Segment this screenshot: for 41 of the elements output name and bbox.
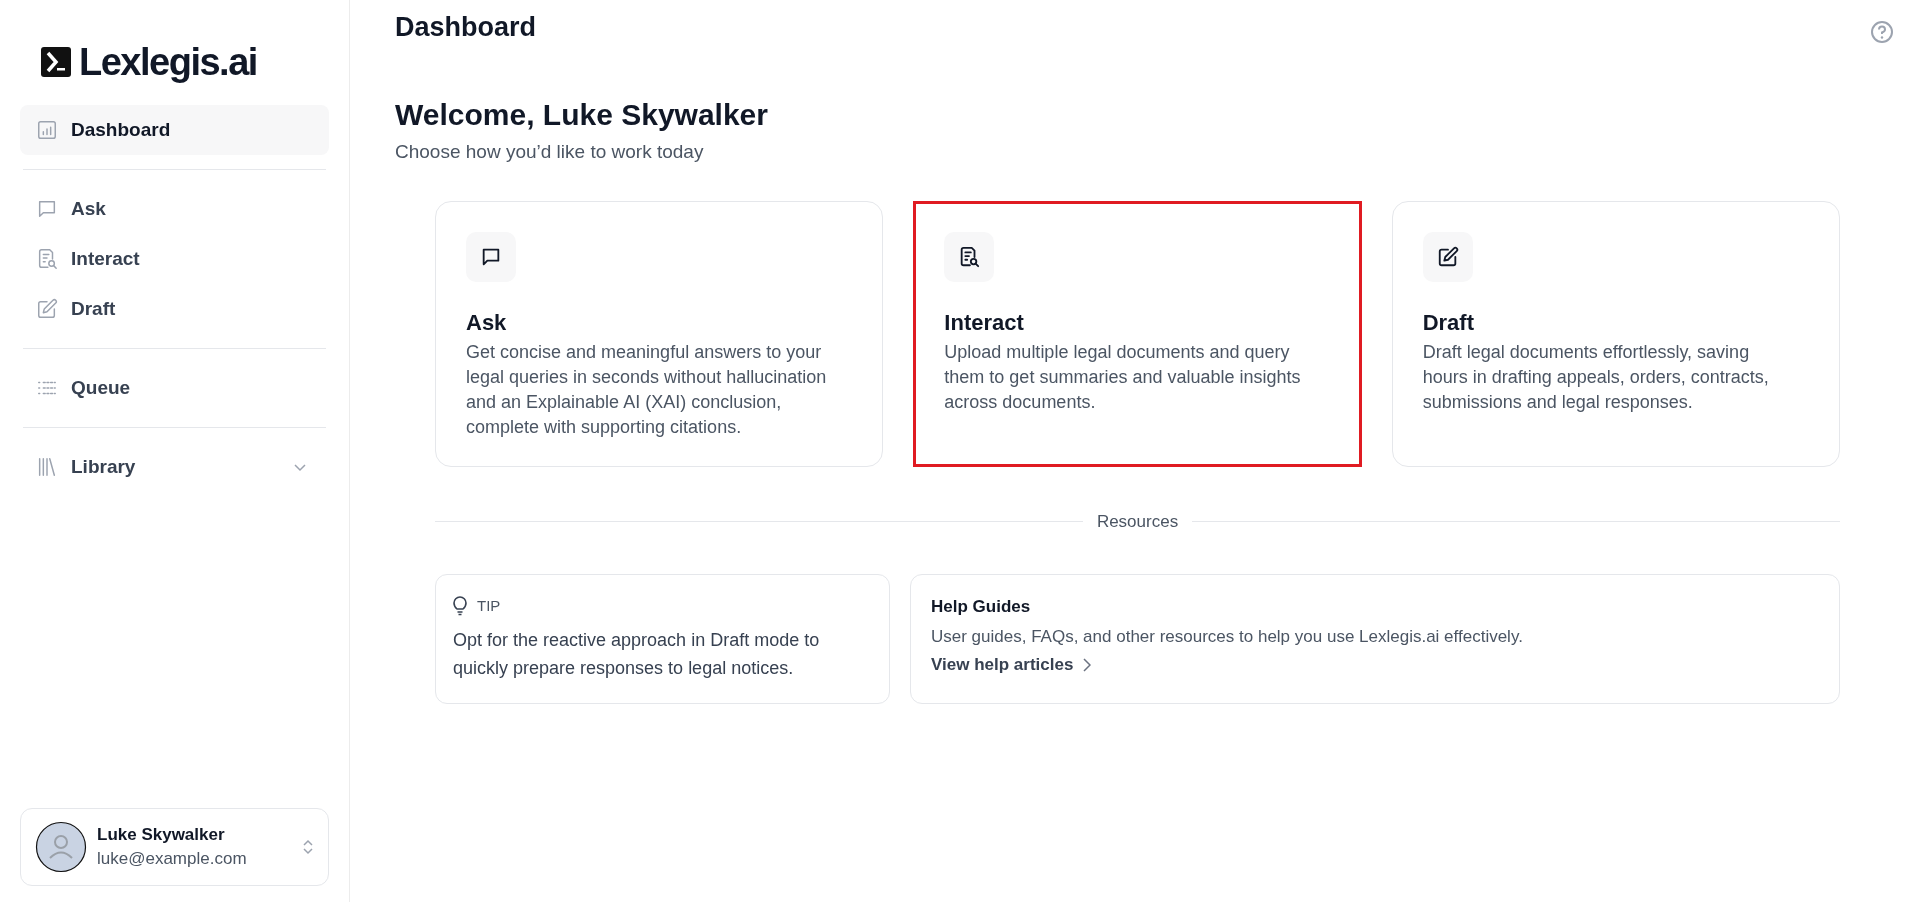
welcome-subtitle: Choose how you’d like to work today xyxy=(395,140,705,164)
books-icon xyxy=(36,456,58,478)
user-name: Luke Skywalker xyxy=(97,824,226,846)
card-title: Ask xyxy=(466,308,508,337)
lightbulb-icon xyxy=(453,596,467,617)
help-icon[interactable] xyxy=(1870,20,1894,44)
card-title: Draft xyxy=(1422,308,1475,337)
pencil-square-icon xyxy=(36,298,58,320)
card-description: Get concise and meaningful answers to your legal queries in seconds without hallucination and an Explainable AI (XAI) conclusion, complete with supporting citations. xyxy=(466,340,828,439)
sidebar-item[interactable]: Draft xyxy=(20,284,329,334)
section-heading: Resources xyxy=(1096,510,1179,533)
sidebar-item[interactable]: Library xyxy=(20,442,329,492)
chart-icon xyxy=(36,119,58,141)
page-title: Dashboard xyxy=(395,11,538,44)
card-title: Interact xyxy=(944,308,1025,337)
user-email: luke@example.com xyxy=(97,848,248,870)
sidebar-item[interactable]: Interact xyxy=(20,234,329,284)
sidebar-item[interactable]: Dashboard xyxy=(20,105,329,155)
help-text: User guides, FAQs, and other resources to help you use Lexlegis.ai effectively. xyxy=(931,626,1524,648)
mode-card[interactable]: Ask Get concise and meaningful answers to your legal queries in seconds without hallucination and an Explainable AI (XAI) conclusion, complete with supporting citations. xyxy=(435,200,884,467)
sidebar-item[interactable]: Queue xyxy=(20,363,329,413)
mode-card[interactable]: Draft Draft legal documents effortlessly, saving hours in drafting appeals, orders, contracts, submissions and legal responses. xyxy=(1391,200,1840,467)
chevron-updown-icon xyxy=(302,838,314,856)
chevron-right-icon xyxy=(1083,658,1092,672)
document-search-icon xyxy=(958,245,981,268)
logo-text: Lexlegis.ai xyxy=(79,43,257,81)
tip-text: Opt for the reactive approach in Draft mode to quickly prepare responses to legal notices. xyxy=(453,628,821,680)
pencil-square-icon xyxy=(1436,245,1459,268)
logo-icon xyxy=(41,47,71,77)
card-description: Upload multiple legal documents and query them to get summaries and valuable insights across documents. xyxy=(944,340,1302,414)
welcome-heading: Welcome, Luke Skywalker xyxy=(395,97,769,133)
help-link[interactable]: View help articles xyxy=(931,651,1092,679)
help-title: Help Guides xyxy=(931,596,1032,618)
card-description: Draft legal documents effortlessly, saving hours in drafting appeals, orders, contracts, submissions and legal responses. xyxy=(1422,340,1770,414)
sidebar-item[interactable]: Ask xyxy=(20,184,329,234)
document-search-icon xyxy=(36,248,58,270)
mode-card[interactable]: Interact Upload multiple legal documents and query them to get summaries and valuable insights across documents. xyxy=(913,200,1362,467)
tip-label: TIP xyxy=(477,596,501,616)
user-card[interactable]: Luke Skywalker luke@example.com xyxy=(20,808,329,886)
avatar-icon xyxy=(35,821,87,873)
speech-bubble-icon xyxy=(36,198,58,220)
